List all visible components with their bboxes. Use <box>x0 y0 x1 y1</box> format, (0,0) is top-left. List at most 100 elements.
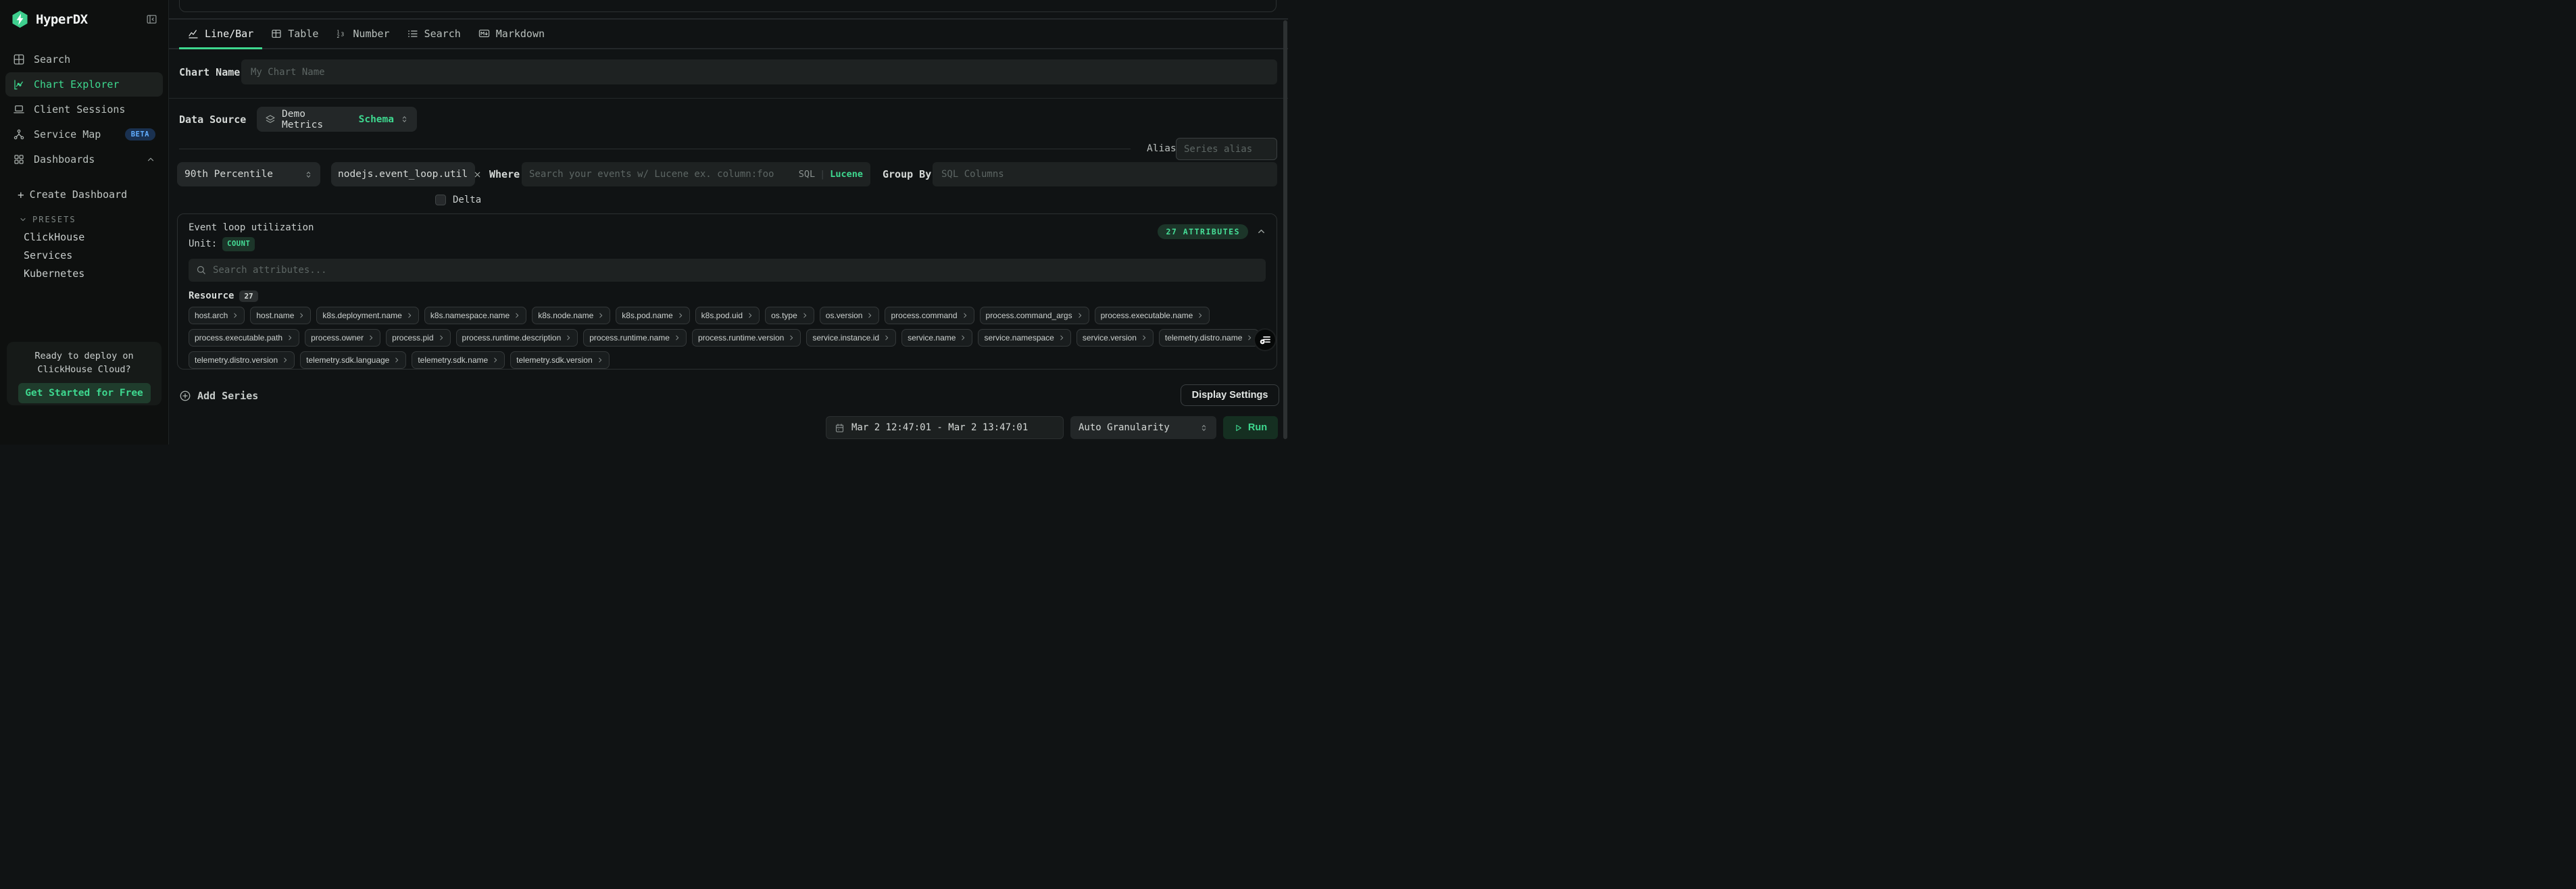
attribute-chip[interactable]: process.runtime.version <box>692 329 801 347</box>
sql-toggle[interactable]: SQL <box>799 169 815 180</box>
service-map-icon <box>13 128 25 141</box>
chart-preview-panel-edge <box>179 0 1277 12</box>
attribute-chip[interactable]: host.arch <box>189 307 245 324</box>
attribute-chip-label: process.command <box>891 311 957 320</box>
chevron-right-icon <box>565 334 572 341</box>
unit-label: Unit: <box>189 238 217 250</box>
magnifier-icon <box>196 265 206 275</box>
chevron-right-icon <box>368 334 374 341</box>
group-by-input[interactable] <box>933 162 1277 186</box>
sidebar-item-service-map[interactable]: Service Map BETA <box>5 122 163 147</box>
attribute-chip[interactable]: service.namespace <box>978 329 1070 347</box>
unit-row: Unit: COUNT <box>189 237 1266 251</box>
tab-line-bar[interactable]: Line/Bar <box>179 20 262 49</box>
attribute-chip[interactable]: process.command <box>885 307 974 324</box>
attribute-chip[interactable]: os.type <box>765 307 814 324</box>
run-button[interactable]: Run <box>1223 416 1278 439</box>
attribute-chip[interactable]: process.pid <box>386 329 450 347</box>
sidebar-item-chart-explorer[interactable]: Chart Explorer <box>5 72 163 97</box>
list-icon <box>407 28 418 39</box>
series-alias-input[interactable] <box>1176 138 1277 160</box>
lucene-toggle[interactable]: Lucene <box>830 169 863 180</box>
schema-link[interactable]: Schema <box>359 114 394 125</box>
granularity-select[interactable]: Auto Granularity <box>1070 416 1216 439</box>
aggregation-select[interactable]: 90th Percentile <box>177 162 320 186</box>
preset-item-services[interactable]: Services <box>0 247 168 265</box>
get-started-button[interactable]: Get Started for Free <box>18 383 151 403</box>
chevron-up-icon[interactable] <box>1256 226 1266 236</box>
remove-metric-icon[interactable] <box>473 170 482 179</box>
preset-item-kubernetes[interactable]: Kubernetes <box>0 265 168 283</box>
attribute-chip[interactable]: k8s.deployment.name <box>316 307 418 324</box>
attribute-chip[interactable]: process.executable.path <box>189 329 299 347</box>
attribute-chip-label: process.owner <box>311 333 364 342</box>
attribute-chip[interactable]: os.version <box>820 307 880 324</box>
attribute-chip[interactable]: k8s.node.name <box>532 307 610 324</box>
numbers-icon: 123 <box>336 28 347 39</box>
play-icon <box>1234 424 1243 432</box>
vertical-scrollbar[interactable] <box>1283 20 1287 439</box>
metric-chip[interactable]: nodejs.event_loop.util <box>331 162 475 186</box>
chart-name-input[interactable] <box>241 59 1277 84</box>
attribute-chip[interactable]: service.name <box>901 329 972 347</box>
create-dashboard-button[interactable]: + Create Dashboard <box>0 185 168 204</box>
presets-header[interactable]: PRESETS <box>0 211 168 228</box>
attribute-chip[interactable]: k8s.pod.name <box>616 307 689 324</box>
sidebar-item-dashboards[interactable]: Dashboards <box>5 147 163 172</box>
attribute-chip-label: k8s.node.name <box>538 311 593 320</box>
tab-table[interactable]: Table <box>262 20 327 49</box>
tab-label: Search <box>424 28 461 40</box>
attribute-chip-label: telemetry.sdk.version <box>516 355 592 365</box>
attribute-chip[interactable]: k8s.pod.uid <box>695 307 760 324</box>
chevron-up-icon[interactable] <box>146 155 155 164</box>
divider <box>169 98 1288 99</box>
attribute-chip[interactable]: telemetry.distro.version <box>189 351 295 369</box>
chevron-right-icon <box>514 312 520 319</box>
attribute-chip-label: os.version <box>826 311 863 320</box>
tab-number[interactable]: 123 Number <box>327 20 398 49</box>
run-bar: Mar 2 12:47:01 - Mar 2 13:47:01 Auto Gra… <box>169 416 1288 439</box>
aggregation-value: 90th Percentile <box>184 169 273 180</box>
sidebar-item-client-sessions[interactable]: Client Sessions <box>5 97 163 122</box>
attribute-chip[interactable]: telemetry.sdk.language <box>300 351 406 369</box>
display-settings-button[interactable]: Display Settings <box>1181 384 1279 406</box>
attribute-chip[interactable]: host.name <box>250 307 311 324</box>
where-search-input[interactable]: Search your events w/ Lucene ex. column:… <box>522 162 870 186</box>
preset-item-clickhouse[interactable]: ClickHouse <box>0 228 168 247</box>
create-dashboard-label: Create Dashboard <box>30 188 128 201</box>
tab-search[interactable]: Search <box>399 20 470 49</box>
attribute-chip[interactable]: process.owner <box>305 329 380 347</box>
chevron-right-icon <box>883 334 890 341</box>
chevron-right-icon <box>1076 312 1083 319</box>
attribute-chip[interactable]: service.version <box>1076 329 1154 347</box>
attribute-chips: host.arch host.name k8s.deployment.name <box>189 307 1266 369</box>
add-series-button[interactable]: Add Series <box>179 390 258 402</box>
table-icon <box>271 28 282 39</box>
time-range-picker[interactable]: Mar 2 12:47:01 - Mar 2 13:47:01 <box>826 416 1064 439</box>
attribute-chip[interactable]: telemetry.distro.name <box>1159 329 1260 347</box>
delta-checkbox[interactable] <box>435 195 446 205</box>
where-label: Where <box>489 162 520 186</box>
chevron-right-icon <box>438 334 445 341</box>
attribute-chip[interactable]: service.instance.id <box>806 329 896 347</box>
sidebar-item-label: Dashboards <box>34 153 95 166</box>
attributes-search-input[interactable] <box>189 259 1266 282</box>
attribute-chip[interactable]: process.command_args <box>980 307 1089 324</box>
sidebar-item-search[interactable]: Search <box>5 47 163 72</box>
attribute-chip[interactable]: process.executable.name <box>1095 307 1210 324</box>
select-chevrons-icon <box>304 170 313 179</box>
sidebar-item-label: Service Map <box>34 128 101 141</box>
attribute-chip[interactable]: process.runtime.description <box>456 329 578 347</box>
attribute-chip[interactable]: k8s.namespace.name <box>424 307 526 324</box>
attribute-chip[interactable]: process.runtime.name <box>583 329 687 347</box>
floating-widget-button[interactable] <box>1254 328 1277 351</box>
app-title: HyperDX <box>36 12 88 27</box>
sidebar-collapse-icon[interactable] <box>146 14 157 25</box>
chevron-right-icon <box>788 334 795 341</box>
plus-circle-icon <box>179 390 191 402</box>
chevron-right-icon <box>677 312 684 319</box>
data-source-select[interactable]: Demo Metrics Schema <box>257 107 417 132</box>
tab-markdown[interactable]: Markdown <box>470 20 553 49</box>
attribute-chip[interactable]: telemetry.sdk.version <box>510 351 609 369</box>
attribute-chip[interactable]: telemetry.sdk.name <box>412 351 505 369</box>
